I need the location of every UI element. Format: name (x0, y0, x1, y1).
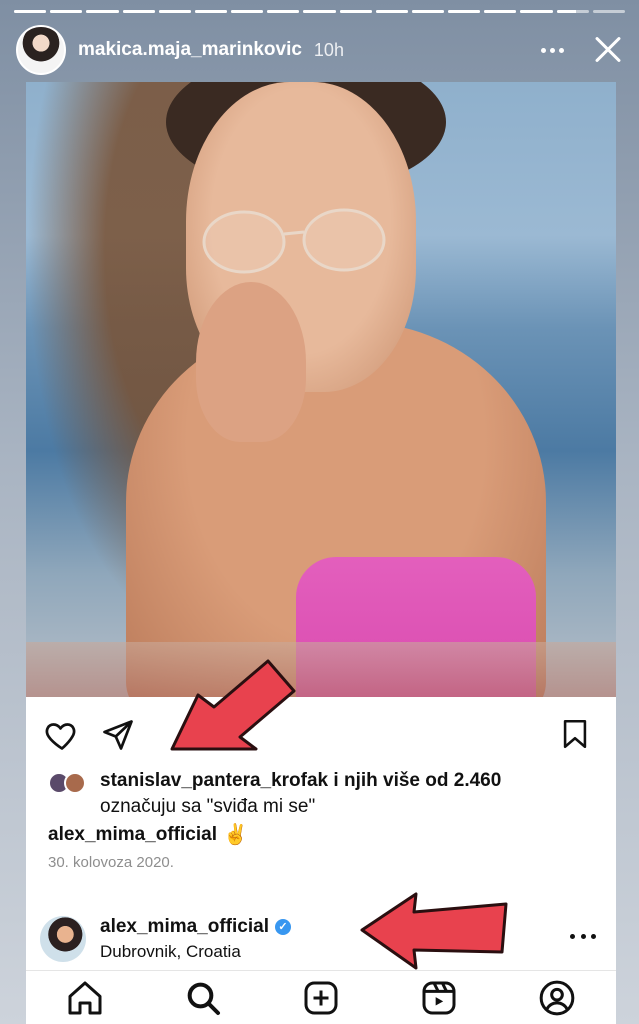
annotation-arrow-location (358, 890, 510, 972)
author-username[interactable]: alex_mima_official (100, 916, 269, 938)
liker-username[interactable]: stanislav_pantera_krofak (100, 770, 328, 791)
author-location[interactable]: Dubrovnik, Croatia (100, 942, 241, 962)
verified-badge-icon: ✓ (274, 919, 291, 935)
likes-count-text[interactable]: i njih više od 2.460 (328, 770, 501, 791)
story-progress-segment (375, 10, 408, 13)
story-progress-segment (50, 10, 83, 13)
story-progress-segment (158, 10, 191, 13)
story-progress-segment (556, 10, 589, 13)
post-caption: alex_mima_official ✌ (48, 822, 248, 847)
post-date: 30. kolovoza 2020. (48, 854, 174, 871)
story-progress-segment (194, 10, 228, 13)
liker-avatars (48, 772, 92, 794)
home-icon[interactable] (65, 978, 105, 1018)
victory-hand-emoji: ✌ (222, 824, 248, 846)
story-progress-segment (14, 10, 47, 13)
story-progress-segment (484, 10, 517, 13)
instagram-post-screenshot: stanislav_pantera_krofak i njih više od … (26, 82, 616, 1024)
add-post-icon[interactable] (301, 978, 341, 1018)
story-progress-segment (592, 10, 625, 13)
story-progress-segment (303, 10, 336, 13)
post-photo (26, 82, 616, 697)
story-progress-segment (267, 10, 300, 13)
post-author-row: alex_mima_official ✓ Dubrovnik, Croatia (26, 894, 616, 962)
close-icon[interactable] (588, 30, 628, 70)
story-progress-segment (520, 10, 553, 13)
more-horizontal-icon[interactable] (570, 934, 596, 942)
story-avatar[interactable] (16, 25, 66, 75)
heart-icon[interactable] (44, 717, 80, 753)
bookmark-icon[interactable] (558, 717, 592, 751)
story-progress-bars (14, 10, 625, 13)
reels-icon[interactable] (419, 978, 459, 1018)
glasses-graphic (202, 208, 386, 274)
story-progress-segment (231, 10, 264, 13)
story-progress-segment (86, 10, 119, 13)
story-username[interactable]: makica.maja_marinkovic (78, 39, 302, 61)
post-action-bar (26, 707, 616, 757)
more-horizontal-icon[interactable] (538, 36, 566, 64)
story-timestamp: 10h (313, 39, 344, 60)
story-progress-segment (339, 10, 372, 13)
search-icon[interactable] (183, 978, 223, 1018)
story-progress-segment (448, 10, 481, 13)
story-header: makica.maja_marinkovic 10h (16, 22, 628, 78)
story-progress-segment (122, 10, 155, 13)
likes-summary: stanislav_pantera_krofak i njih više od … (48, 770, 608, 822)
likes-label: označuju sa "sviđa mi se" (100, 796, 316, 817)
paper-plane-icon[interactable] (100, 717, 136, 753)
story-progress-segment (411, 10, 445, 13)
caption-username[interactable]: alex_mima_official (48, 824, 217, 846)
bottom-navigation (26, 970, 616, 1024)
profile-icon[interactable] (537, 978, 577, 1018)
annotation-arrow-likes (168, 655, 298, 755)
author-avatar[interactable] (40, 916, 86, 962)
